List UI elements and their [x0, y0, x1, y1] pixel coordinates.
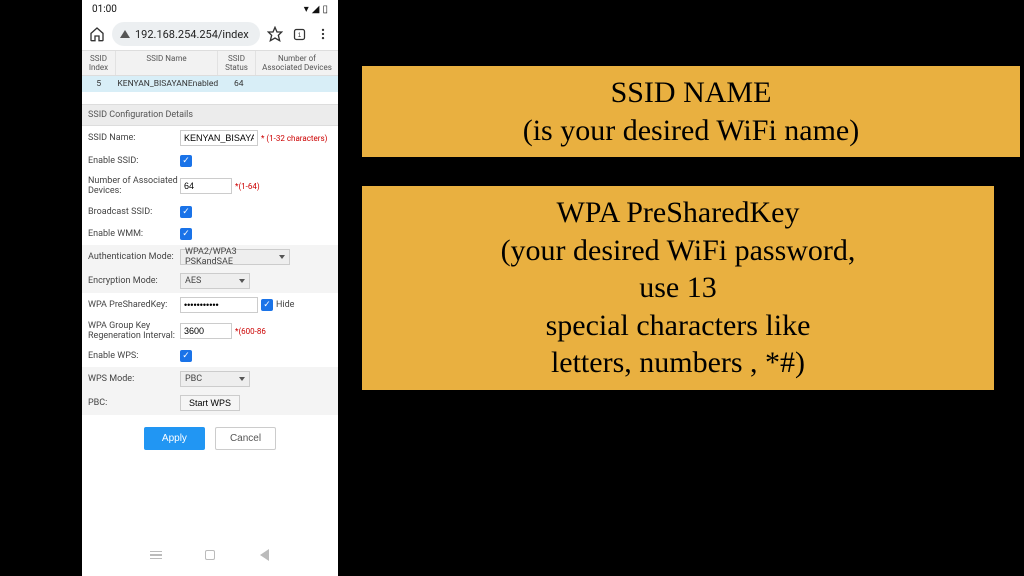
groupkey-hint: *(600-86: [235, 327, 266, 336]
android-nav-bar: [82, 542, 338, 576]
callout-ssid-name: SSID NAME (is your desired WiFi name): [362, 66, 1020, 157]
groupkey-label: WPA Group Key Regeneration Interval:: [88, 321, 180, 342]
wmm-label: Enable WMM:: [88, 229, 180, 239]
nav-back-icon[interactable]: [257, 548, 271, 562]
psk-hide-label: Hide: [276, 300, 294, 310]
nav-home-icon[interactable]: [203, 548, 217, 562]
wpsmode-select[interactable]: PBC: [180, 371, 250, 387]
apply-button[interactable]: Apply: [144, 427, 205, 450]
enable-ssid-label: Enable SSID:: [88, 156, 180, 166]
row-groupkey: WPA Group Key Regeneration Interval: *(6…: [82, 317, 338, 346]
ssid-name-input[interactable]: [180, 130, 258, 146]
th-ssid-status: SSID Status: [218, 51, 256, 75]
num-assoc-hint: *(1-64): [235, 182, 260, 191]
pbc-label: PBC:: [88, 398, 180, 408]
url-text: 192.168.254.254/index: [135, 28, 249, 41]
enc-select[interactable]: AES: [180, 273, 250, 289]
ssid-name-hint: * (1-32 characters): [261, 134, 327, 143]
callout2-line5: letters, numbers , *#): [374, 344, 982, 382]
callout2-line3: use 13: [374, 269, 982, 307]
row-psk: WPA PreSharedKey: ✓ Hide: [82, 293, 338, 317]
cell-devices: 64: [220, 79, 257, 89]
tabs-icon[interactable]: 1: [290, 25, 308, 43]
th-num-assoc: Number of Associated Devices: [256, 51, 338, 75]
svg-text:1: 1: [297, 32, 301, 39]
psk-hide-checkbox[interactable]: ✓: [261, 299, 273, 311]
row-wps-mode: WPS Mode: PBC: [82, 367, 338, 391]
callout2-line2: (your desired WiFi password,: [374, 232, 982, 270]
callout2-line4: special characters like: [374, 307, 982, 345]
ssid-table-header: SSID Index SSID Name SSID Status Number …: [82, 50, 338, 76]
row-ssid-name: SSID Name: * (1-32 characters): [82, 126, 338, 150]
num-assoc-label: Number of Associated Devices:: [88, 176, 180, 197]
wifi-icon: ▾: [304, 4, 309, 15]
kebab-menu-icon[interactable]: [314, 25, 332, 43]
row-enc-mode: Encryption Mode: AES: [82, 269, 338, 293]
browser-toolbar: 192.168.254.254/index 1: [82, 18, 338, 50]
broadcast-checkbox[interactable]: ✓: [180, 206, 192, 218]
broadcast-label: Broadcast SSID:: [88, 207, 180, 217]
th-ssid-index: SSID Index: [82, 51, 116, 75]
row-auth-mode: Authentication Mode: WPA2/WPA3 PSKandSAE: [82, 245, 338, 269]
callout2-line1: WPA PreSharedKey: [374, 194, 982, 232]
auth-select[interactable]: WPA2/WPA3 PSKandSAE: [180, 249, 290, 265]
bookmark-icon[interactable]: [266, 25, 284, 43]
form-buttons: Apply Cancel: [82, 415, 338, 458]
ssid-name-label: SSID Name:: [88, 133, 180, 143]
status-icons: ▾ ◢ ▯: [304, 4, 328, 15]
psk-label: WPA PreSharedKey:: [88, 300, 180, 310]
section-ssid-config: SSID Configuration Details: [82, 104, 338, 126]
psk-input[interactable]: [180, 297, 258, 313]
enc-label: Encryption Mode:: [88, 276, 180, 286]
callout1-line1: SSID NAME: [374, 74, 1008, 112]
home-icon[interactable]: [88, 25, 106, 43]
callout1-line2: (is your desired WiFi name): [374, 112, 1008, 150]
row-pbc: PBC: Start WPS: [82, 391, 338, 415]
wmm-checkbox[interactable]: ✓: [180, 228, 192, 240]
enable-ssid-checkbox[interactable]: ✓: [180, 155, 192, 167]
row-wmm: Enable WMM: ✓: [82, 223, 338, 245]
groupkey-input[interactable]: [180, 323, 232, 339]
cell-name: KENYAN_BISAYANEnabled: [115, 79, 220, 89]
wps-label: Enable WPS:: [88, 351, 180, 361]
signal-icon: ◢: [312, 4, 320, 15]
ssid-table-row-selected[interactable]: 5 KENYAN_BISAYANEnabled 64: [82, 76, 338, 92]
wpsmode-label: WPS Mode:: [88, 374, 180, 384]
row-num-assoc: Number of Associated Devices: *(1-64): [82, 172, 338, 201]
num-assoc-input[interactable]: [180, 178, 232, 194]
phone-statusbar: 01:00 ▾ ◢ ▯: [82, 0, 338, 18]
url-bar[interactable]: 192.168.254.254/index: [112, 22, 260, 46]
auth-label: Authentication Mode:: [88, 252, 180, 262]
row-broadcast: Broadcast SSID: ✓: [82, 201, 338, 223]
status-time: 01:00: [92, 4, 117, 15]
th-ssid-name: SSID Name: [116, 51, 218, 75]
cell-index: 5: [82, 79, 115, 89]
site-security-icon: [120, 30, 130, 38]
cancel-button[interactable]: Cancel: [215, 427, 276, 450]
row-enable-ssid: Enable SSID: ✓: [82, 150, 338, 172]
start-wps-button[interactable]: Start WPS: [180, 395, 240, 411]
battery-icon: ▯: [322, 4, 328, 15]
row-wps: Enable WPS: ✓: [82, 345, 338, 367]
nav-recent-icon[interactable]: [149, 548, 163, 562]
wps-checkbox[interactable]: ✓: [180, 350, 192, 362]
callout-psk: WPA PreSharedKey (your desired WiFi pass…: [362, 186, 994, 390]
phone-frame: 01:00 ▾ ◢ ▯ 192.168.254.254/index 1 SSID…: [82, 0, 338, 576]
